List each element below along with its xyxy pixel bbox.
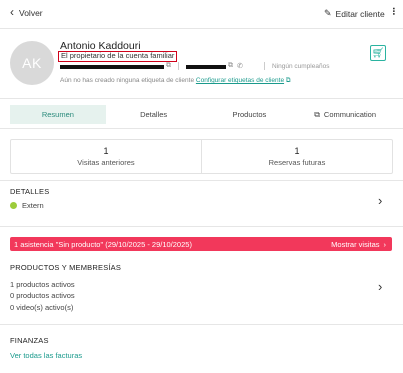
chevron-left-icon: ‹	[10, 5, 14, 19]
tab-detalles[interactable]: Detalles	[106, 105, 202, 124]
alert-text: 1 asistencia "Sin producto" (29/10/2025 …	[14, 239, 192, 249]
tab-label: Productos	[232, 110, 267, 119]
cart-button[interactable]: 🛒︎	[370, 45, 386, 61]
redacted-email	[60, 65, 164, 69]
copy-icon[interactable]: ⧉	[166, 62, 171, 70]
stat-value: 1	[294, 146, 300, 156]
edit-customer-label: Editar cliente	[335, 8, 385, 19]
more-options-icon[interactable]: ···	[387, 7, 399, 15]
chevron-right-icon[interactable]: ›	[378, 279, 382, 294]
divider	[0, 28, 403, 29]
tab-label: Communication	[323, 110, 377, 119]
details-title: DETALLES	[10, 187, 50, 196]
status-dot	[10, 202, 17, 209]
back-button[interactable]: ‹ Volver	[10, 5, 43, 19]
tab-productos[interactable]: Productos	[202, 105, 298, 124]
divider	[0, 98, 403, 99]
separator	[264, 62, 265, 70]
stat-label: Reservas futuras	[268, 158, 326, 167]
stat-future-bookings: 1 Reservas futuras	[201, 140, 392, 173]
show-visits-label: Mostrar visitas	[331, 239, 380, 249]
stats-card: 1 Visitas anteriores 1 Reservas futuras	[10, 139, 393, 174]
cart-icon: 🛒︎	[371, 47, 385, 59]
chevron-right-icon: ›	[383, 239, 387, 249]
separator	[178, 62, 179, 70]
avatar: AK	[10, 41, 54, 85]
copy-icon[interactable]: ⧉	[228, 62, 233, 70]
divider	[0, 180, 403, 181]
products-line: 0 productos activos	[10, 291, 75, 300]
tab-bar: Resumen Detalles Productos ⧉ Communicati…	[10, 105, 393, 124]
tab-communication[interactable]: ⧉ Communication	[297, 105, 393, 124]
details-status: Extern	[10, 201, 44, 210]
view-invoices-link[interactable]: Ver todas las facturas	[10, 351, 82, 360]
tab-label: Resumen	[41, 110, 74, 119]
tab-label: Detalles	[140, 110, 168, 119]
no-tags-text: Aún no has creado ninguna etiqueta de cl…	[60, 77, 195, 84]
tags-line: Aún no has creado ninguna etiqueta de cl…	[60, 77, 291, 85]
status-label: Extern	[22, 201, 44, 210]
stat-value: 1	[103, 146, 109, 156]
divider	[0, 128, 403, 129]
configure-tags-link[interactable]: Configurar etiquetas de cliente	[196, 77, 284, 84]
external-link-icon: ⧉	[314, 109, 320, 119]
stat-past-visits: 1 Visitas anteriores	[11, 140, 201, 173]
finances-title: FINANZAS	[10, 336, 49, 345]
family-owner-label: El propietario de la cuenta familiar	[58, 51, 178, 62]
birthday-label: Ningún cumpleaños	[272, 63, 330, 70]
phone-icon[interactable]: ✆	[237, 62, 243, 70]
chevron-right-icon[interactable]: ›	[378, 193, 382, 208]
stat-label: Visitas anteriores	[77, 158, 135, 167]
pencil-icon: ✎	[324, 8, 332, 18]
redacted-phone	[186, 65, 226, 69]
products-line: 1 productos activos	[10, 280, 75, 289]
top-bar: ‹ Volver ✎ Editar cliente ···	[0, 0, 403, 28]
divider	[0, 226, 403, 227]
edit-customer-button[interactable]: ✎ Editar cliente	[324, 8, 385, 19]
back-label: Volver	[19, 8, 43, 18]
products-title: PRODUCTOS Y MEMBRESÍAS	[10, 263, 122, 272]
divider	[0, 324, 403, 325]
external-link-icon: ⧉	[285, 77, 291, 84]
no-product-alert: 1 asistencia "Sin producto" (29/10/2025 …	[10, 237, 392, 251]
show-visits-button[interactable]: Mostrar visitas ›	[331, 240, 386, 249]
products-line: 0 video(s) activo(s)	[10, 303, 74, 312]
tab-resumen[interactable]: Resumen	[10, 105, 106, 124]
